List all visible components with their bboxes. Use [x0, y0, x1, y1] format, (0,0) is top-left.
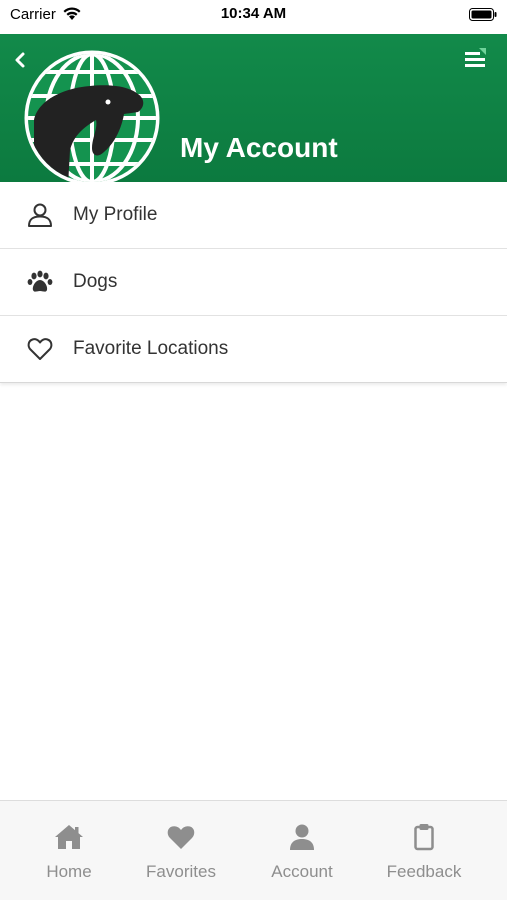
tab-label: Favorites [146, 862, 216, 881]
tab-label: Account [271, 862, 333, 881]
heart-outline-icon [27, 338, 53, 360]
menu-item-label: Favorite Locations [73, 338, 229, 359]
clipboard-icon [414, 824, 434, 851]
menu-icon[interactable] [463, 48, 487, 70]
paw-icon [27, 270, 53, 292]
tab-bar: Home Favorites Account Feedback [0, 800, 507, 900]
status-bar: Carrier 10:34 AM [0, 0, 507, 34]
page-title: My Account [180, 132, 338, 163]
tab-account[interactable]: Account [239, 801, 365, 900]
heart-icon [167, 826, 195, 849]
tab-home[interactable]: Home [6, 801, 132, 900]
tab-label: Feedback [386, 862, 462, 881]
app-logo [24, 50, 160, 186]
person-icon [290, 824, 314, 850]
battery-icon [469, 8, 497, 21]
tab-favorites[interactable]: Favorites [118, 801, 244, 900]
menu-item-label: My Profile [73, 204, 158, 225]
account-menu: My Profile Dogs Favorite Locations [0, 182, 507, 383]
menu-item-my-profile[interactable]: My Profile [0, 182, 507, 249]
clock: 10:34 AM [220, 5, 287, 22]
home-icon [55, 825, 83, 849]
user-outline-icon [28, 203, 52, 227]
menu-item-favorite-locations[interactable]: Favorite Locations [0, 316, 507, 383]
tab-feedback[interactable]: Feedback [361, 801, 487, 900]
menu-item-dogs[interactable]: Dogs [0, 249, 507, 316]
menu-item-label: Dogs [73, 271, 118, 292]
tab-label: Home [46, 862, 92, 881]
